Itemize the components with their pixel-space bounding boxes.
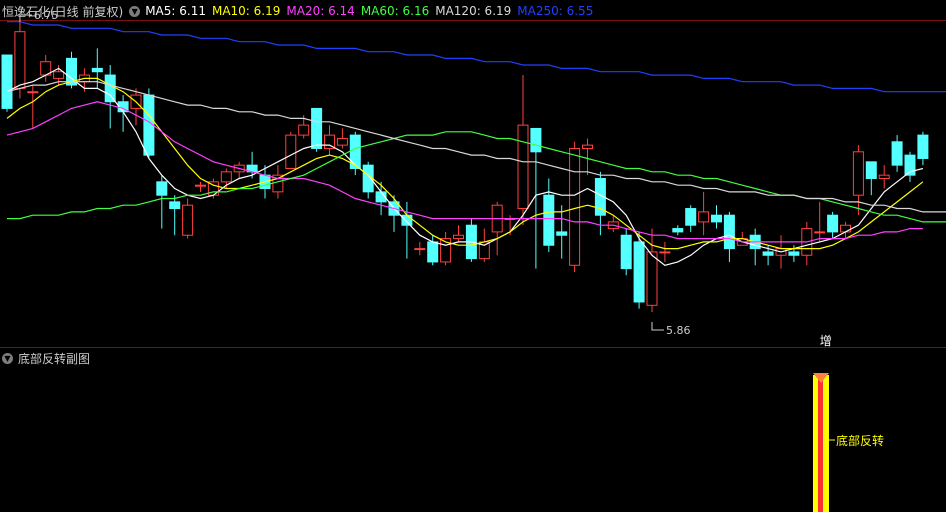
- candle-body: [827, 214, 839, 233]
- low-price-label: 5.86: [666, 324, 691, 337]
- candle-body: [169, 201, 181, 210]
- candle-body: [878, 174, 890, 180]
- candle-body: [91, 67, 103, 73]
- bottom-reversal-chart[interactable]: 底部反转: [0, 349, 946, 512]
- signal-mark-label: 增: [820, 334, 832, 348]
- candle-body: [698, 211, 710, 223]
- candle-body: [453, 234, 464, 240]
- candle-body: [659, 251, 671, 254]
- candle-body: [285, 134, 297, 169]
- chevron-down-circle-icon[interactable]: ▼: [129, 5, 141, 17]
- candle-body: [556, 231, 568, 236]
- candle-body: [852, 151, 864, 196]
- candle-body: [865, 161, 877, 180]
- candle-body: [311, 107, 323, 149]
- stock-title: 恒逸石化(日线 前复权): [2, 4, 124, 19]
- candle-body: [569, 147, 581, 266]
- ma250-label: MA250: 6.55: [517, 4, 594, 18]
- candle-body: [195, 184, 206, 187]
- main-chart-panel[interactable]: 6.75 5.86 增 恒逸石化(日线 前复权) ▼ MA5: 6.11 MA10:…: [0, 0, 946, 348]
- ma120-label: MA120: 6.19: [435, 4, 512, 18]
- candle-body: [891, 141, 903, 166]
- candle-body: [633, 241, 645, 303]
- candle-body: [14, 31, 26, 89]
- ma5-label: MA5: 6.11: [145, 4, 206, 18]
- candle-body: [762, 251, 774, 256]
- candle-body: [672, 228, 684, 233]
- candle-body: [723, 214, 735, 250]
- candle-body: [427, 241, 439, 263]
- candle-body: [182, 204, 194, 236]
- candle-body: [53, 71, 65, 79]
- candle-body: [414, 248, 426, 251]
- ma10-label: MA10: 6.19: [211, 4, 281, 18]
- low-marker: [651, 322, 664, 331]
- candle-body: [788, 251, 800, 256]
- candle-body: [27, 91, 39, 94]
- signal-bar-core: [818, 379, 823, 512]
- candle-body: [620, 234, 632, 270]
- candle-body: [104, 74, 116, 103]
- candle-body: [582, 144, 593, 149]
- candle-body: [156, 181, 168, 196]
- candle-body: [685, 208, 697, 226]
- candle-body: [530, 127, 542, 153]
- candle-body: [336, 137, 348, 146]
- ma20-label: MA20: 6.14: [286, 4, 355, 18]
- candle-body: [646, 251, 658, 306]
- candle-body: [711, 214, 722, 223]
- candle-body: [401, 214, 413, 226]
- candle-body: [298, 124, 310, 136]
- signal-label: 底部反转: [836, 433, 884, 448]
- sub-indicator-panel[interactable]: ▼ 底部反转副图 底部反转: [0, 349, 946, 512]
- candle-body: [1, 54, 13, 109]
- ma-legend: 恒逸石化(日线 前复权) ▼ MA5: 6.11 MA10: 6.19 MA20…: [2, 2, 599, 20]
- ma250-line: [7, 21, 946, 93]
- candle-body: [543, 194, 555, 246]
- candle-body: [220, 171, 232, 183]
- candlestick-chart[interactable]: 6.755.86增: [0, 0, 946, 348]
- ma60-label: MA60: 6.16: [360, 4, 430, 18]
- candle-body: [814, 231, 826, 234]
- candle-body: [517, 124, 529, 210]
- candle-body: [840, 224, 851, 233]
- candle-body: [917, 134, 929, 159]
